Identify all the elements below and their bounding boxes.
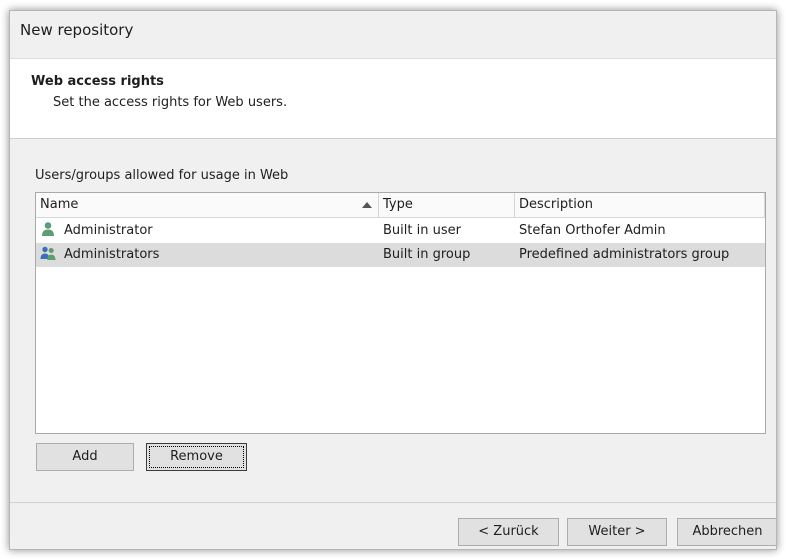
back-button[interactable]: < Zurück: [458, 518, 559, 546]
page-title: Web access rights: [31, 74, 164, 89]
row-description-cell: Stefan Orthofer Admin: [519, 223, 666, 238]
focus-rectangle: [149, 446, 244, 468]
column-header-name[interactable]: Name: [36, 193, 379, 217]
column-header-type[interactable]: Type: [379, 193, 515, 217]
column-header-row: Name Type Description: [36, 193, 765, 218]
user-icon: [42, 222, 54, 236]
row-name-cell: Administrators: [40, 243, 376, 267]
row-description-cell: Predefined administrators group: [519, 247, 730, 262]
list-row-administrator[interactable]: Administrator Built in user Stefan Ortho…: [36, 219, 765, 243]
footer-separator: [10, 502, 776, 503]
wizard-header: Web access rights Set the access rights …: [10, 58, 776, 139]
page-subtitle: Set the access rights for Web users.: [53, 95, 288, 110]
dialog-window: New repository Web access rights Set the…: [9, 10, 777, 550]
column-header-type-label: Type: [383, 197, 413, 212]
sort-ascending-icon: [362, 202, 372, 208]
remove-button[interactable]: Remove: [146, 443, 247, 471]
title-bar: New repository: [10, 11, 776, 51]
row-name-text: Administrators: [64, 247, 160, 262]
row-type-cell: Built in user: [383, 223, 461, 238]
group-icon: [40, 246, 56, 260]
column-header-name-label: Name: [40, 197, 79, 212]
users-listview[interactable]: Name Type Description Administrator Buil…: [35, 192, 766, 434]
column-header-description[interactable]: Description: [515, 193, 765, 217]
add-button[interactable]: Add: [36, 443, 134, 471]
row-name-text: Administrator: [64, 223, 153, 238]
cancel-button[interactable]: Abbrechen: [677, 518, 776, 546]
users-list-label: Users/groups allowed for usage in Web: [35, 168, 289, 183]
list-row-administrators[interactable]: Administrators Built in group Predefined…: [36, 243, 765, 267]
window-title: New repository: [20, 21, 134, 39]
next-button[interactable]: Weiter >: [567, 518, 667, 546]
row-name-cell: Administrator: [40, 219, 376, 243]
row-type-cell: Built in group: [383, 247, 471, 262]
column-header-description-label: Description: [519, 197, 594, 212]
